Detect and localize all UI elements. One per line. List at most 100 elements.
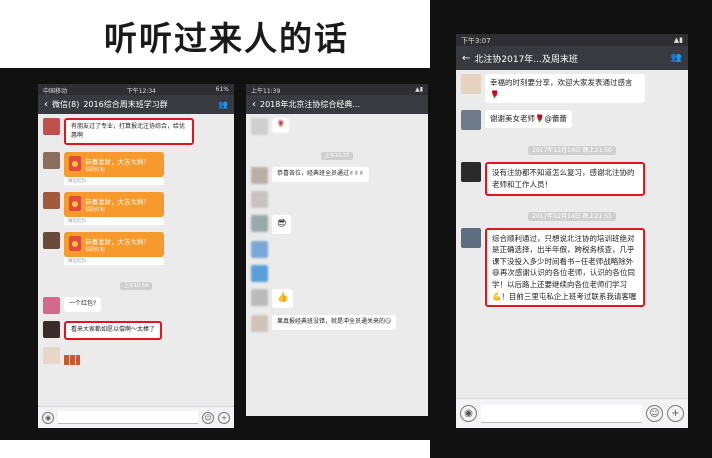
rose-emoji: 🌹 — [272, 118, 290, 133]
status-bar: 上午11:39 ▲▮ — [246, 84, 428, 95]
chat-screenshot-3: 下午3:07 ▲▮ ← 北注协2017年...及周末班 👥 幸福的时刻要分享，欢… — [456, 34, 688, 428]
avatar — [43, 192, 60, 210]
chat-titlebar: ‹ 微信(8) 2016综合周末班学习群 👥 — [38, 95, 234, 114]
thumbs-up-emoji: 👍 — [272, 289, 294, 309]
emoji-icon[interactable]: ☺ — [202, 411, 214, 424]
red-packet-icon — [69, 196, 81, 212]
chat-screenshot-1: 中国移动 下午12:34 61% ‹ 微信(8) 2016综合周末班学习群 👥 … — [38, 84, 234, 428]
sunglasses-emoji: 😎 — [272, 215, 292, 235]
avatar — [43, 347, 60, 365]
chat-message: 🌹 — [251, 118, 423, 135]
timestamp-label: 上午10:54 — [119, 282, 153, 291]
chat-message: 有朋友过了专业，打算报北注协综合，给优惠啊 — [43, 118, 229, 146]
red-packet[interactable]: 恭喜发财，大吉大利！ 领取红包 — [64, 152, 164, 178]
chat-message: 幸福的时刻要分享，欢迎大家发表通过感言🌹 — [461, 74, 683, 104]
message-input[interactable] — [481, 404, 642, 423]
chat-message — [43, 347, 229, 366]
packet-sub: 领取红包 — [85, 247, 106, 254]
avatar — [461, 74, 481, 94]
avatar — [251, 289, 268, 307]
avatar — [251, 191, 268, 208]
message-bubble: 果真报经典班没错，就是冲全员通关来的😏 — [272, 315, 397, 330]
input-bar: ◉ ☺ + — [38, 406, 234, 428]
message-bubble: 恭喜各位，经典班全员通过✌✌✌ — [272, 167, 370, 182]
packet-footer: 微信红包 — [64, 217, 164, 226]
chat-title: 2016综合周末班学习群 — [83, 100, 168, 109]
packet-title: 恭喜发财，大吉大利！ — [85, 158, 150, 167]
emoji-icon[interactable]: ☺ — [646, 405, 663, 422]
back-arrow-icon[interactable]: ← — [462, 53, 470, 64]
back-icon[interactable]: ‹ — [252, 99, 256, 110]
message-input[interactable] — [58, 411, 198, 424]
avatar — [251, 241, 268, 259]
brick-emoji — [64, 355, 80, 366]
packet-sub: 领取红包 — [85, 207, 106, 214]
avatar — [461, 110, 481, 131]
status-bar: 中国移动 下午12:34 61% — [38, 84, 234, 95]
status-time: 下午3:07 — [461, 37, 491, 45]
back-icon[interactable]: ‹ — [44, 99, 48, 110]
voice-icon[interactable]: ◉ — [42, 411, 54, 424]
carrier-label: 中国移动 — [43, 88, 68, 95]
avatar — [43, 152, 60, 170]
red-packet-message: 恭喜发财，大吉大利！ 领取红包 微信红包 — [43, 152, 229, 186]
chat-title: 北注协2017年...及周末班 — [474, 54, 578, 65]
chat-message: 没有注协都不知道怎么复习，感谢北注协的老师和工作人员！ — [461, 162, 683, 196]
chat-message — [251, 241, 423, 259]
red-packet[interactable]: 恭喜发财，大吉大利！ 领取红包 — [64, 232, 164, 258]
red-packet-icon — [69, 236, 81, 252]
status-time: 下午12:34 — [126, 88, 156, 95]
signal-icon: ▲▮ — [673, 36, 683, 44]
input-bar: ◉ ☺ + — [456, 398, 688, 428]
packet-title: 恭喜发财，大吉大利！ — [85, 238, 150, 247]
chat-message — [251, 265, 423, 283]
signal-icon: ▲▮ — [415, 86, 423, 93]
message-bubble: 一个红包? — [64, 297, 102, 313]
avatar — [43, 297, 60, 315]
avatar — [251, 215, 268, 232]
avatar — [461, 162, 481, 183]
message-bubble: 综合顺利通过，只想说北注协的培训班绝对是正确选择，出半年假，跨税务核查，几乎课下… — [485, 227, 645, 308]
message-bubble: 幸福的时刻要分享，欢迎大家发表通过感言🌹 — [485, 74, 645, 104]
avatar — [43, 118, 60, 135]
timestamp: 上午10:54 — [43, 272, 229, 291]
red-packet[interactable]: 恭喜发财，大吉大利！ 领取红包 — [64, 192, 164, 218]
avatar — [43, 232, 60, 250]
chat-message: 😎 — [251, 215, 423, 235]
packet-sub: 领取红包 — [85, 167, 106, 174]
red-packet-message: 恭喜发财，大吉大利！ 领取红包 微信红包 — [43, 192, 229, 226]
chat-message — [251, 191, 423, 208]
chat-area: 🌹 上午11:37 恭喜各位，经典班全员通过✌✌✌ 😎 👍 果真报经典班没错，就… — [246, 114, 428, 343]
status-bar: 下午3:07 ▲▮ — [456, 34, 688, 46]
chat-message: 一个红包? — [43, 297, 229, 315]
chat-area: 幸福的时刻要分享，欢迎大家发表通过感言🌹 谢谢美女老师🌹@蕾蕾 2017年12月… — [456, 70, 688, 318]
chat-area: 有朋友过了专业，打算报北注协综合，给优惠啊 恭喜发财，大吉大利！ 领取红包 微信红… — [38, 114, 234, 376]
message-bubble: 没有注协都不知道怎么复习，感谢北注协的老师和工作人员！ — [485, 162, 645, 196]
timestamp: 2017年12月14日 晚上21:50 — [461, 137, 683, 156]
chat-message: 果真报经典班没错，就是冲全员通关来的😏 — [251, 315, 423, 333]
back-label[interactable]: 微信(8) — [52, 99, 79, 110]
chat-titlebar: ← 北注协2017年...及周末班 👥 — [456, 46, 688, 70]
chat-message: 看来大家都如愿以偿啊～太棒了 — [43, 321, 229, 341]
packet-title: 恭喜发财，大吉大利！ — [85, 198, 150, 207]
status-time: 上午11:39 — [251, 88, 281, 95]
chat-message: 恭喜各位，经典班全员通过✌✌✌ — [251, 167, 423, 184]
plus-icon[interactable]: + — [667, 405, 684, 422]
packet-footer: 微信红包 — [64, 177, 164, 186]
group-members-icon[interactable]: 👥 — [218, 100, 228, 109]
group-members-icon[interactable]: 👥 — [671, 53, 682, 63]
timestamp: 2017年12月14日 晚上21:51 — [461, 203, 683, 222]
headline: 听听过来人的话 — [104, 19, 349, 58]
timestamp-label: 2017年12月14日 晚上21:50 — [528, 146, 616, 156]
avatar — [461, 227, 481, 248]
battery-label: 61% — [215, 86, 229, 93]
chat-message: 谢谢美女老师🌹@蕾蕾 — [461, 110, 683, 131]
timestamp: 上午11:37 — [251, 142, 423, 161]
plus-icon[interactable]: + — [218, 411, 230, 424]
message-bubble: 有朋友过了专业，打算报北注协综合，给优惠啊 — [64, 118, 194, 146]
voice-icon[interactable]: ◉ — [460, 405, 477, 422]
message-bubble: 谢谢美女老师🌹@蕾蕾 — [485, 110, 572, 128]
timestamp-label: 上午11:37 — [320, 152, 354, 160]
chat-message: 👍 — [251, 289, 423, 309]
avatar — [43, 321, 60, 339]
